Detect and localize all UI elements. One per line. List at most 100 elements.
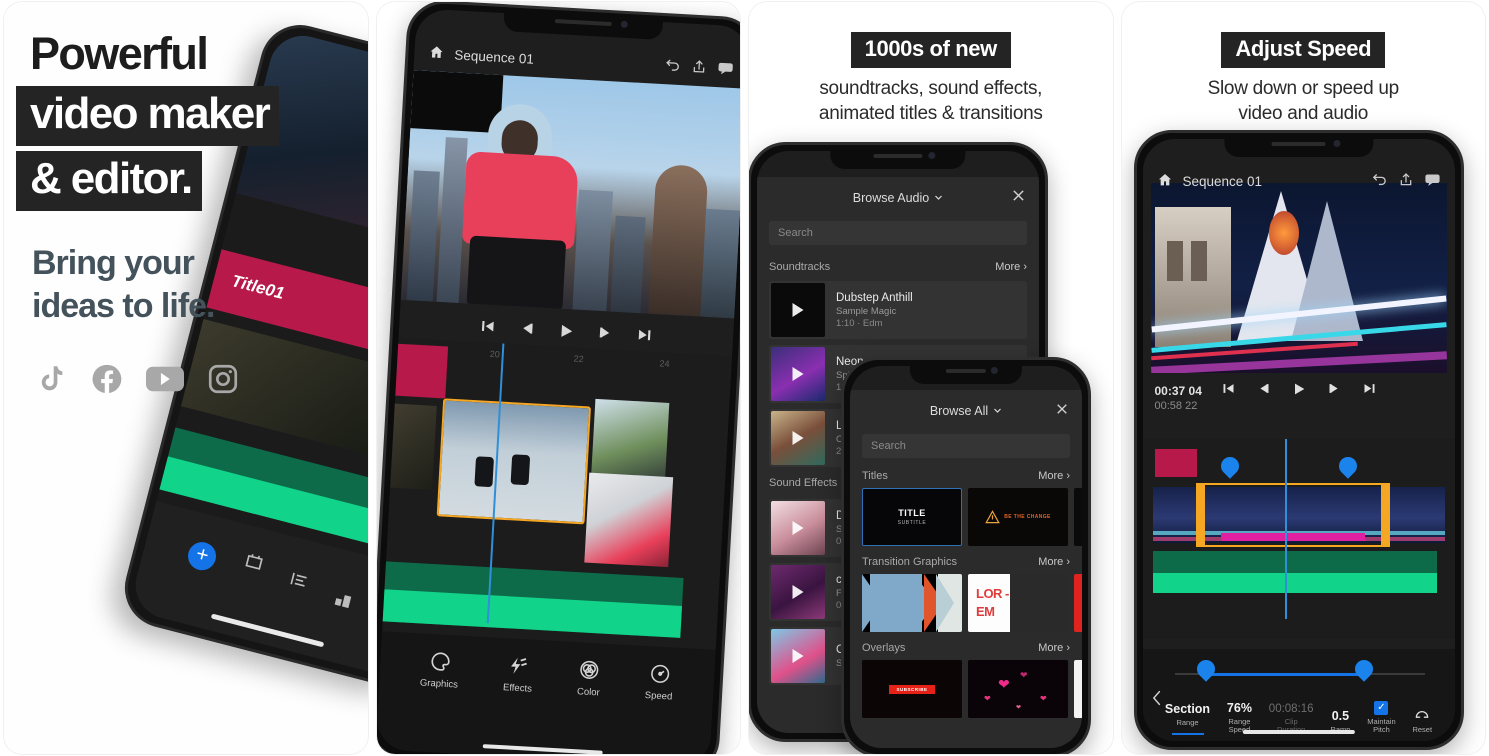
panel1-copy: Powerful video maker & editor. Bring you… (16, 26, 306, 396)
panel3-caption-sub: soundtracks, sound effects, animated tit… (749, 76, 1113, 127)
audio-search-input[interactable]: Search (769, 221, 1027, 245)
timeline-selected-clip[interactable] (436, 398, 591, 525)
title-card-preview[interactable]: TITLE SUBTITLE (862, 488, 962, 546)
play-icon[interactable] (792, 303, 804, 317)
home-icon[interactable] (1157, 172, 1173, 191)
timeline-clip-a[interactable] (376, 402, 437, 490)
panel4-video-preview[interactable] (1150, 183, 1447, 373)
tool-graphics[interactable]: Graphics (419, 650, 459, 691)
chevron-down-icon[interactable] (934, 191, 943, 205)
speed-range-handle-right[interactable] (1350, 656, 1377, 682)
track-row[interactable]: Dubstep Anthill Sample Magic 1:10 · Edm (769, 281, 1027, 339)
play-icon[interactable] (792, 521, 804, 535)
play-icon[interactable] (556, 321, 575, 345)
overlay-card-hearts[interactable]: ❤ ❤ ❤ ❤ ❤ (968, 660, 1068, 718)
panel3-caption-sub-line-1: soundtracks, sound effects, (819, 78, 1043, 99)
timeline-playhead[interactable] (1284, 439, 1287, 619)
tiktok-icon[interactable] (34, 362, 68, 396)
overlays-more-link[interactable]: More › (1038, 642, 1070, 654)
step-forward-icon[interactable] (1327, 381, 1342, 402)
export-icon[interactable] (330, 588, 356, 617)
speed-keyframe-marker-end[interactable] (1334, 453, 1361, 479)
transition-graphics-more-link[interactable]: More › (1038, 556, 1070, 568)
titles-more-link[interactable]: More › (1038, 470, 1070, 482)
timeline-speed-selection[interactable] (1195, 483, 1390, 547)
share-icon[interactable] (1398, 172, 1414, 191)
skip-end-icon[interactable] (1362, 381, 1377, 402)
share-icon[interactable] (690, 58, 707, 78)
skip-end-icon[interactable] (635, 326, 653, 349)
transition-card-lorem[interactable]: LOR - EM (968, 574, 1068, 632)
speed-range-handle-left[interactable] (1192, 656, 1219, 682)
panel3-front-phone-mockup: Browse All Search Titles More › TITLE SU… (841, 357, 1091, 754)
step-back-icon[interactable] (1256, 381, 1271, 402)
step-back-icon[interactable] (517, 319, 535, 342)
panel4-notch (1223, 133, 1374, 157)
step-forward-icon[interactable] (596, 324, 614, 347)
warning-card-preview[interactable]: BE THE CHANGE (968, 488, 1068, 546)
comment-icon[interactable] (1424, 171, 1441, 191)
overlay-card-partial[interactable] (1074, 660, 1082, 718)
undo-icon[interactable] (1371, 171, 1388, 191)
trim-icon[interactable] (241, 550, 267, 579)
skip-start-icon[interactable] (478, 317, 496, 340)
panel4-timeline[interactable] (1142, 439, 1455, 639)
play-icon[interactable] (792, 649, 804, 663)
comment-icon[interactable] (716, 59, 734, 80)
headline-line-1: Powerful (30, 28, 209, 79)
panel2-timeline[interactable]: 18 20 22 24 (376, 337, 732, 650)
tool-effects[interactable]: Effects (502, 654, 533, 695)
skip-start-icon[interactable] (1221, 381, 1236, 402)
undo-icon[interactable] (663, 56, 681, 77)
facebook-icon[interactable] (90, 362, 124, 396)
close-icon[interactable] (1012, 189, 1025, 206)
play-icon[interactable] (792, 431, 804, 445)
layers-icon[interactable] (286, 568, 312, 597)
title-card-partial[interactable] (1074, 488, 1082, 546)
chevron-down-icon[interactable] (993, 404, 1002, 418)
speed-item-range[interactable]: Section Range (1165, 702, 1210, 735)
warning-card-text: BE THE CHANGE (1004, 514, 1051, 520)
youtube-icon[interactable] (146, 362, 184, 396)
ramp-value: 0.5 (1331, 709, 1350, 724)
add-media-button[interactable]: + (184, 539, 220, 574)
timeline-audio-waveform (1152, 573, 1437, 593)
clip-duration-value: 00:08:16 (1268, 702, 1314, 715)
close-icon[interactable] (1056, 402, 1068, 419)
transition-card-chevrons[interactable] (862, 574, 962, 632)
timeline-audio-clip[interactable] (376, 560, 684, 638)
timeline-title-clip[interactable] (1154, 449, 1197, 477)
instagram-icon[interactable] (206, 362, 240, 396)
speed-item-reset[interactable]: Reset (1412, 708, 1432, 735)
lorem-card-line-2: EM (976, 604, 995, 619)
maintain-pitch-checkbox[interactable]: ✓ (1374, 700, 1389, 715)
headline-line-3: & editor. (16, 151, 202, 211)
timeline-audio-track[interactable] (1152, 551, 1437, 593)
panel4-phone-mockup: Sequence 01 00:37 04 00:58 22 Section Ra… (1133, 130, 1464, 750)
transition-card-partial[interactable] (1074, 574, 1082, 632)
speed-keyframe-marker-start[interactable] (1216, 453, 1243, 479)
timeline-title-clip[interactable] (386, 343, 448, 399)
timeline-audio-waveform (376, 588, 682, 638)
reset-label: Reset (1412, 725, 1433, 735)
browse-all-header[interactable]: Browse All (850, 390, 1082, 432)
tool-color[interactable]: Color (576, 658, 601, 699)
timeline-clip-d[interactable] (583, 472, 673, 568)
play-icon[interactable] (792, 367, 804, 381)
tool-speed[interactable]: Speed (644, 662, 674, 703)
overlay-card-subscribe[interactable]: SUBSCRIBE (862, 660, 962, 718)
play-icon[interactable] (1291, 381, 1307, 402)
building-dome (647, 163, 709, 317)
speed-item-maintain-pitch[interactable]: ✓ Maintain Pitch (1367, 700, 1396, 735)
panel3-caption-badge: 1000s of new (850, 32, 1011, 68)
reset-icon[interactable] (1414, 708, 1430, 723)
browse-audio-header[interactable]: Browse Audio (757, 177, 1039, 219)
home-icon[interactable] (427, 43, 444, 63)
panel2-video-preview[interactable] (400, 70, 740, 319)
play-icon[interactable] (792, 585, 804, 599)
timeline-clip-c[interactable] (590, 398, 669, 479)
track-thumbnail (771, 565, 825, 619)
panel4-caption-sub-line-1: Slow down or speed up (1207, 78, 1400, 99)
all-search-input[interactable]: Search (862, 434, 1070, 458)
soundtracks-more-link[interactable]: More › (995, 261, 1027, 273)
